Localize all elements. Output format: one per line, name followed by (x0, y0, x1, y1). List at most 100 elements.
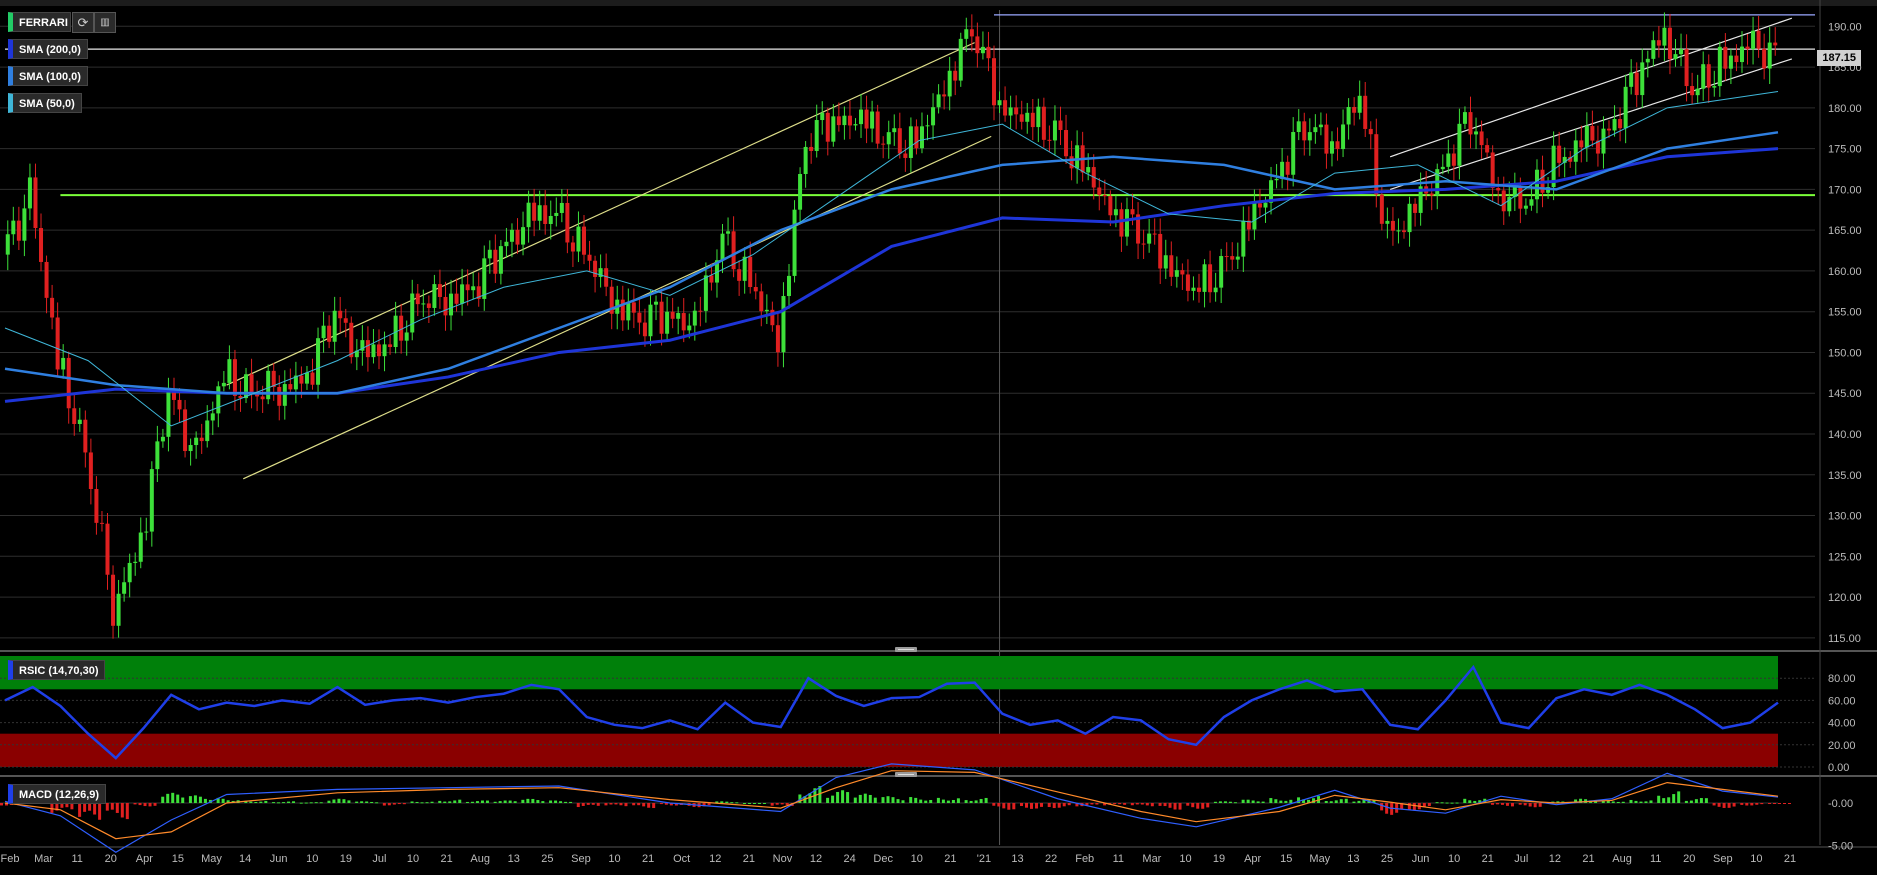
macd-histogram-bar (1047, 803, 1051, 808)
candle-body (1291, 132, 1296, 175)
candle-body (1208, 264, 1213, 293)
sma-100-legend[interactable]: SMA (100,0) (8, 66, 88, 86)
macd-histogram-bar (1223, 801, 1227, 803)
candle-body (61, 357, 66, 370)
candle-body (947, 70, 952, 97)
macd-histogram-bar (619, 803, 623, 806)
macd-histogram-bar (1324, 801, 1328, 803)
candle-body (1629, 72, 1634, 87)
candle-body (737, 269, 742, 281)
macd-histogram-bar (863, 793, 867, 803)
macd-histogram-bar (919, 799, 923, 803)
macd-histogram-bar (1407, 803, 1411, 810)
macd-histogram-bar (1233, 802, 1237, 804)
price-rsi-splitter[interactable] (895, 647, 917, 652)
time-tick-label: 25 (541, 853, 553, 865)
macd-histogram-bar (125, 803, 129, 820)
macd-histogram-bar (392, 803, 396, 805)
time-tick-label: 21 (1784, 853, 1796, 865)
candle-body (892, 128, 897, 133)
candle-body (881, 143, 886, 145)
candle-body (426, 303, 431, 308)
candle-body (1446, 153, 1451, 167)
candle-body (1557, 145, 1562, 163)
candle-body (1130, 209, 1135, 215)
candle-body (532, 202, 537, 221)
candle-body (526, 202, 531, 228)
macd-histogram-bar (868, 794, 872, 803)
time-tick-label: Jul (372, 853, 386, 865)
candle-body (122, 582, 127, 594)
macd-histogram-bar (526, 798, 530, 803)
macd-histogram-bar (203, 798, 207, 803)
macd-histogram-bar (161, 796, 165, 803)
candle-body (1102, 194, 1107, 197)
macd-histogram-bar (596, 803, 600, 806)
macd-histogram-bar (508, 800, 512, 803)
macd-histogram-bar (1616, 801, 1620, 803)
candle-body (188, 445, 193, 452)
macd-legend[interactable]: MACD (12,26,9) (8, 784, 107, 804)
macd-histogram-bar (387, 803, 391, 806)
sma-50-legend[interactable]: SMA (50,0) (8, 93, 82, 113)
macd-histogram-bar (554, 800, 558, 803)
candle-body (1219, 256, 1224, 288)
time-tick-label: 10 (407, 853, 419, 865)
macd-histogram-bar (1662, 798, 1666, 803)
macd-tick-label: -0.00 (1828, 798, 1853, 810)
candle-body (1213, 287, 1218, 293)
time-tick-label: 20 (105, 853, 117, 865)
candle-body (216, 386, 221, 414)
macd-histogram-bar (1035, 803, 1039, 809)
candle-body (498, 246, 503, 274)
macd-histogram-bar (1455, 802, 1459, 804)
candle-body (1174, 270, 1179, 277)
macd-histogram-bar (1385, 803, 1389, 814)
macd-histogram-bar (1672, 794, 1676, 803)
candle-body (1695, 88, 1700, 96)
price-tick-label: 155.00 (1828, 307, 1862, 319)
candle-body (11, 220, 16, 235)
rsi-legend[interactable]: RSIC (14,70,30) (8, 660, 106, 680)
candle-body (864, 109, 869, 129)
candle-body (1202, 264, 1207, 292)
rsi-macd-splitter[interactable] (895, 772, 917, 777)
candle-body (138, 532, 143, 562)
macd-histogram-bar (979, 798, 983, 803)
macd-histogram-bar (1251, 800, 1255, 803)
candle-body (803, 146, 808, 174)
candle-body (1124, 209, 1129, 237)
candle-body (1069, 156, 1074, 169)
candle-body (1640, 62, 1645, 96)
macd-histogram-bar (757, 803, 761, 804)
candle-body (958, 38, 963, 81)
candle-body (504, 241, 509, 247)
candle-body (842, 115, 847, 126)
chart-settings-icon[interactable]: ▥ (94, 12, 116, 33)
macd-histogram-bar (964, 800, 968, 803)
candle-body (742, 256, 747, 281)
chart-canvas[interactable]: 115.00120.00125.00130.00135.00140.00145.… (0, 0, 1877, 875)
macd-histogram-bar (513, 801, 517, 803)
macd-histogram-bar (858, 794, 862, 803)
macd-histogram-bar (531, 798, 535, 803)
candle-body (111, 574, 116, 626)
candle-body (576, 226, 581, 252)
candle-body (537, 205, 542, 221)
sma-200-legend[interactable]: SMA (200,0) (8, 39, 88, 59)
candle-body (1197, 287, 1202, 292)
macd-histogram-bar (725, 801, 729, 803)
refresh-icon[interactable]: ⟳ (72, 12, 94, 33)
macd-histogram-bar (1344, 798, 1348, 803)
time-tick-label: 21 (440, 853, 452, 865)
candle-body (1329, 141, 1334, 154)
macd-histogram-bar (707, 803, 711, 806)
time-tick-label: 25 (1381, 853, 1393, 865)
macd-histogram-bar (730, 802, 734, 804)
macd-histogram-bar (924, 800, 928, 803)
candle-body (1163, 255, 1168, 269)
macd-histogram-bar (277, 802, 281, 804)
time-tick-label: 11 (1650, 853, 1661, 865)
symbol-label[interactable]: FERRARI (8, 12, 71, 32)
macd-histogram-bar (319, 802, 323, 804)
